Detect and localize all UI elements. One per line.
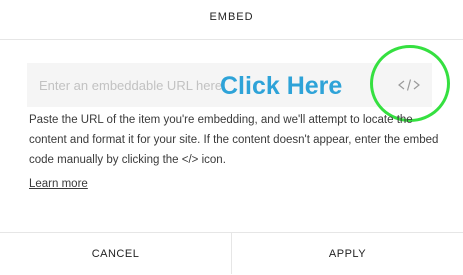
code-icon-graphic: [398, 79, 420, 91]
learn-more-link[interactable]: Learn more: [29, 175, 88, 193]
code-icon[interactable]: [396, 75, 422, 95]
click-here-callout: Click Here: [220, 72, 343, 100]
dialog-title: EMBED: [209, 11, 254, 23]
embed-description: Paste the URL of the item you're embeddi…: [29, 114, 439, 166]
dialog-header: EMBED: [0, 0, 463, 40]
apply-button[interactable]: APPLY: [232, 233, 463, 274]
cancel-button[interactable]: CANCEL: [0, 233, 231, 274]
embed-url-input[interactable]: [27, 63, 247, 107]
dialog-footer: CANCEL APPLY: [0, 232, 463, 274]
